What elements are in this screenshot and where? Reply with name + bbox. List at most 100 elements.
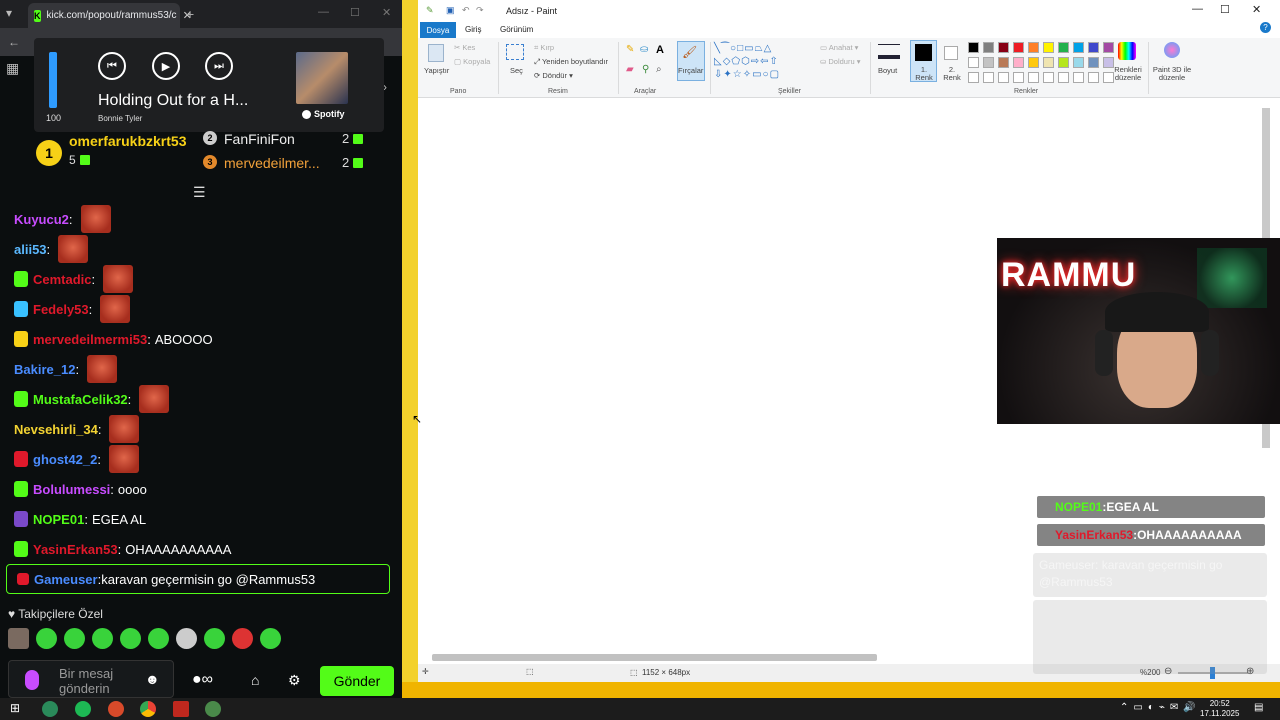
emoji-icon[interactable]: ☻ [145, 671, 160, 687]
paste-icon[interactable] [428, 44, 444, 62]
crop-button[interactable]: ⌗ Kırp [534, 43, 554, 53]
palette-swatch[interactable] [1088, 57, 1099, 68]
hl-username[interactable]: Gameuser [34, 572, 98, 587]
palette-swatch[interactable] [1028, 42, 1039, 53]
edit-colors-icon[interactable] [1118, 42, 1136, 60]
store-icon[interactable]: ⌂ [251, 672, 259, 688]
fill-icon[interactable]: ⛀ [640, 44, 648, 55]
chat-username[interactable]: Kuyucu2 [14, 212, 69, 227]
horizontal-scrollbar[interactable] [432, 654, 877, 661]
collapse-icon[interactable]: ☰ [193, 184, 206, 201]
new-tab-icon[interactable]: + [186, 6, 194, 22]
color-picker-icon[interactable]: ⚲ [642, 64, 649, 75]
rotate-button[interactable]: ⟳ Döndür ▾ [534, 71, 573, 80]
paste-button[interactable]: Yapıştır [424, 66, 449, 75]
tab-giris[interactable]: Giriş [465, 25, 481, 34]
paint3d-button[interactable]: Paint 3D ile düzenle [1148, 66, 1196, 82]
clock[interactable]: 20:52 17.11.2025 [1200, 699, 1239, 719]
start-icon[interactable]: ⊞ [10, 701, 20, 715]
save-icon[interactable]: ▣ [446, 5, 455, 16]
empty-swatch[interactable] [968, 72, 979, 83]
send-button[interactable]: Gönder [320, 666, 394, 696]
shapes-gallery[interactable]: ╲⁀○□▭⏢△ ◺◇⬠⬡⇨⇦⇧ ⇩✦☆✧▭○▢ [714, 42, 780, 81]
chat-username[interactable]: ghost42_2 [33, 452, 97, 467]
empty-swatch[interactable] [1043, 72, 1054, 83]
emote-icon[interactable] [36, 628, 57, 649]
minimize-icon[interactable]: — [1192, 3, 1203, 15]
palette-swatch[interactable] [983, 57, 994, 68]
highlighted-message[interactable]: Gameuser: karavan geçermisin go @Rammus5… [6, 564, 390, 594]
spotify-icon[interactable] [75, 701, 91, 717]
size-button[interactable]: Boyut [878, 66, 897, 75]
eraser-icon[interactable]: ▰ [626, 64, 634, 75]
chat-username[interactable]: alii53 [14, 242, 47, 257]
empty-swatch[interactable] [1058, 72, 1069, 83]
palette-swatch[interactable] [1043, 57, 1054, 68]
mic-icon[interactable] [25, 670, 39, 690]
settings-gear-icon[interactable]: ⚙ [288, 672, 301, 689]
palette-swatch[interactable] [1073, 57, 1084, 68]
palette-swatch[interactable] [1028, 57, 1039, 68]
close-window-icon[interactable]: ✕ [382, 6, 391, 19]
magnifier-icon[interactable]: ⌕ [656, 64, 662, 75]
palette-swatch[interactable] [1043, 42, 1054, 53]
chat-username[interactable]: MustafaCelik32 [33, 392, 128, 407]
palette-swatch[interactable] [968, 42, 979, 53]
chat-username[interactable]: YasinErkan53 [33, 542, 118, 557]
chat-username[interactable]: Nevsehirli_34 [14, 422, 98, 437]
volume-bar[interactable] [49, 52, 57, 108]
chat-username[interactable]: NOPE01 [33, 512, 84, 527]
whatsapp-icon[interactable] [42, 701, 58, 717]
emote-icon[interactable] [176, 628, 197, 649]
copy-button[interactable]: ▢ Kopyala [454, 57, 490, 66]
color2-swatch[interactable] [944, 46, 958, 60]
emote-icon[interactable] [120, 628, 141, 649]
tab-gorunum[interactable]: Görünüm [500, 25, 533, 34]
maximize-icon[interactable]: ☐ [350, 6, 360, 19]
palette-swatch[interactable] [1103, 42, 1114, 53]
pencil-icon[interactable]: ✎ [626, 44, 634, 55]
chat-username[interactable]: Cemtadic [33, 272, 92, 287]
undo-icon[interactable]: ↶ [462, 5, 470, 16]
back-icon[interactable]: ← [8, 35, 20, 49]
chat-username[interactable]: Bolulumessi [33, 482, 110, 497]
palette-swatch[interactable] [1058, 57, 1069, 68]
next-track-button[interactable]: ⏭ [205, 52, 233, 80]
infinity-icon[interactable]: ●∞ [192, 671, 213, 689]
palette-swatch[interactable] [998, 42, 1009, 53]
emote-icon[interactable] [8, 628, 29, 649]
select-icon[interactable] [506, 44, 524, 60]
palette-swatch[interactable] [983, 42, 994, 53]
emote-icon[interactable] [148, 628, 169, 649]
empty-swatch[interactable] [998, 72, 1009, 83]
help-icon[interactable]: ? [1260, 22, 1271, 33]
paint3d-icon[interactable] [1164, 42, 1180, 58]
notification-icon[interactable]: ▤ [1254, 702, 1263, 713]
empty-swatch[interactable] [983, 72, 994, 83]
emote-icon[interactable] [64, 628, 85, 649]
app-icon[interactable] [108, 701, 124, 717]
empty-swatch[interactable] [1028, 72, 1039, 83]
previous-track-button[interactable]: ⏮ [98, 52, 126, 80]
apps-grid-icon[interactable]: ▦ [6, 60, 19, 77]
obs-icon[interactable] [173, 701, 189, 717]
text-icon[interactable]: A [656, 44, 664, 56]
palette-swatch[interactable] [998, 57, 1009, 68]
minimize-icon[interactable]: — [318, 6, 329, 18]
outline-button[interactable]: ▭ Anahat ▾ [820, 43, 858, 52]
tray-icons[interactable]: ⌃▭◐⌁✉🔊 [1120, 702, 1201, 713]
paint-icon[interactable] [205, 701, 221, 717]
chat-username[interactable]: mervedeilmermi53 [33, 332, 147, 347]
emote-icon[interactable] [92, 628, 113, 649]
palette-swatch[interactable] [1013, 42, 1024, 53]
tab-search-icon[interactable]: ▾ [6, 6, 12, 20]
chat-input[interactable]: Bir mesaj gönderin ☻ [8, 660, 174, 698]
redo-icon[interactable]: ↷ [476, 5, 484, 16]
tab-dosya[interactable]: Dosya [420, 22, 456, 38]
palette-swatch[interactable] [1088, 42, 1099, 53]
empty-swatch[interactable] [1088, 72, 1099, 83]
chat-username[interactable]: Bakire_12 [14, 362, 75, 377]
resize-button[interactable]: ⤢ Yeniden boyutlandır [534, 57, 608, 67]
palette-swatch[interactable] [1058, 42, 1069, 53]
palette-swatch[interactable] [968, 57, 979, 68]
